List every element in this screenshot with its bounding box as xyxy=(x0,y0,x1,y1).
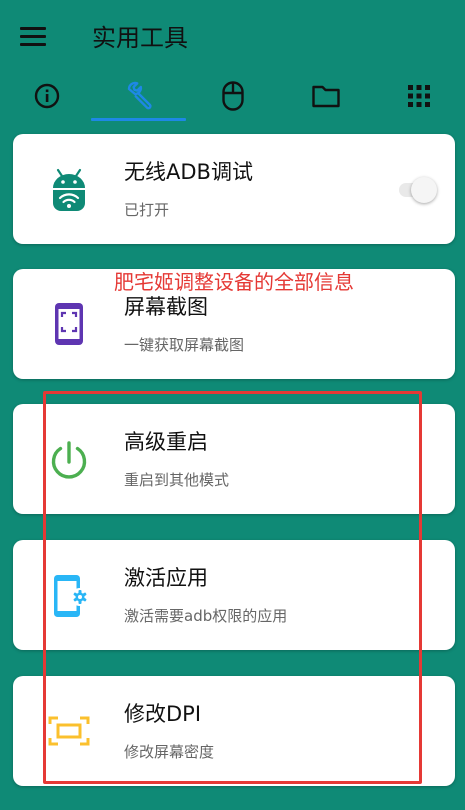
tab-indicator xyxy=(91,118,186,121)
card-title: 屏幕截图 xyxy=(124,295,208,319)
android-wifi-icon xyxy=(53,168,85,211)
menu-icon[interactable] xyxy=(20,27,46,47)
annotation-highlight-box xyxy=(43,391,422,784)
annotation-text: 肥宅姬调整设备的全部信息 xyxy=(114,270,354,294)
folder-icon xyxy=(311,85,340,108)
page-title: 实用工具 xyxy=(92,24,188,52)
app-bar: 实用工具 xyxy=(0,0,465,70)
card-subtitle: 已打开 xyxy=(124,201,170,219)
tab-files[interactable] xyxy=(279,70,372,122)
screenshot-icon xyxy=(55,303,83,345)
card-subtitle: 一键获取屏幕截图 xyxy=(124,336,245,354)
tab-mouse[interactable] xyxy=(186,70,279,122)
tab-bar xyxy=(0,70,465,122)
tab-apps[interactable] xyxy=(372,70,465,122)
info-icon xyxy=(34,83,59,109)
card-title: 无线ADB调试 xyxy=(124,160,253,184)
mouse-icon xyxy=(221,81,244,111)
tab-tools[interactable] xyxy=(93,70,186,122)
wireless-adb-switch[interactable] xyxy=(395,174,439,204)
wrench-icon xyxy=(127,81,152,110)
tab-info[interactable] xyxy=(0,70,93,122)
grid-icon xyxy=(407,85,430,107)
card-wireless-adb[interactable]: 无线ADB调试 已打开 xyxy=(13,134,455,244)
